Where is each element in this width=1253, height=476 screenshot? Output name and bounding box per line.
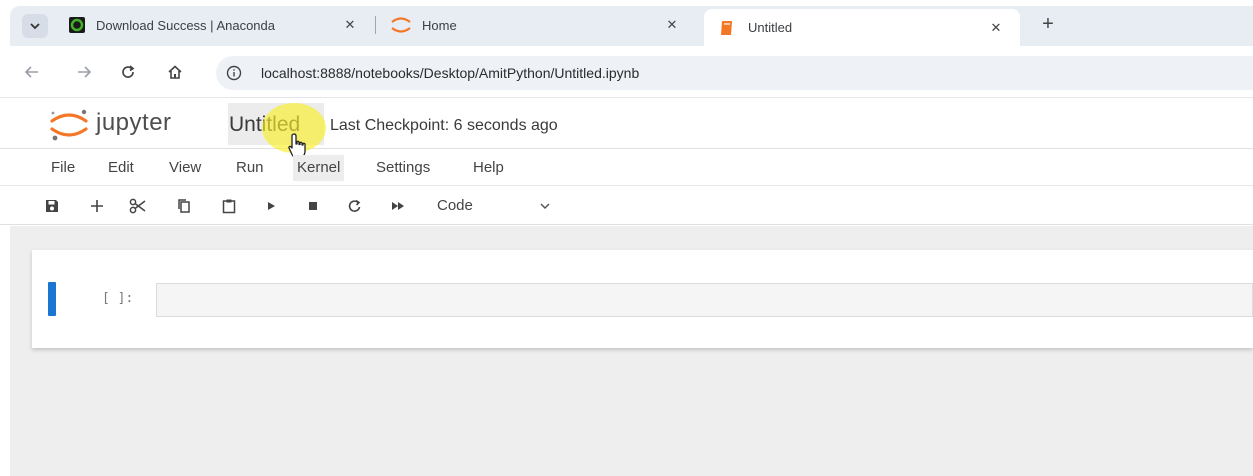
run-button[interactable] <box>261 196 281 216</box>
notebook-favicon-icon <box>721 20 732 35</box>
arrow-left-icon <box>24 66 38 78</box>
stop-button[interactable] <box>303 196 323 216</box>
notebook-toolbar: Code <box>0 187 1253 225</box>
restart-icon <box>348 199 361 212</box>
notebook-panel: [ ]: <box>0 226 1253 476</box>
arrow-right-icon <box>78 66 92 78</box>
site-info-button[interactable] <box>224 63 244 83</box>
cell-prompt: [ ]: <box>102 291 134 306</box>
paste-icon <box>222 199 236 214</box>
add-cell-button[interactable] <box>87 196 107 216</box>
active-cell-indicator[interactable] <box>48 282 56 316</box>
code-cell[interactable]: [ ]: <box>32 250 1253 348</box>
chevron-down-icon <box>30 23 40 30</box>
jupyter-logo-icon[interactable] <box>48 108 90 142</box>
reload-button[interactable] <box>116 60 140 84</box>
cut-button[interactable] <box>128 196 148 216</box>
url-text[interactable]: localhost:8888/notebooks/Desktop/AmitPyt… <box>261 65 639 81</box>
tab-title: Home <box>422 17 457 33</box>
cut-icon <box>129 198 146 214</box>
anaconda-favicon-icon <box>69 17 85 33</box>
stop-icon <box>309 202 317 210</box>
browser-navbar: localhost:8888/notebooks/Desktop/AmitPyt… <box>0 46 1253 98</box>
run-all-button[interactable] <box>388 196 408 216</box>
tab-untitled[interactable]: Untitled ✕ <box>704 9 1020 46</box>
home-button[interactable] <box>163 60 187 84</box>
run-all-icon <box>392 202 404 210</box>
jupyter-header: jupyter Untitled Last Checkpoint: 6 seco… <box>0 99 1253 149</box>
menu-help[interactable]: Help <box>473 159 504 176</box>
last-checkpoint-text: Last Checkpoint: 6 seconds ago <box>330 117 558 134</box>
panel-left-edge <box>0 226 10 476</box>
new-tab-button[interactable]: + <box>1036 13 1060 37</box>
menu-kernel[interactable]: Kernel <box>293 155 345 181</box>
jupyter-favicon-icon <box>391 17 411 33</box>
copy-button[interactable] <box>174 196 194 216</box>
menu-run[interactable]: Run <box>236 159 264 176</box>
run-icon <box>268 202 275 210</box>
menu-view[interactable]: View <box>169 159 201 176</box>
forward-button[interactable] <box>72 60 96 84</box>
tab-search-button[interactable] <box>22 14 48 38</box>
reload-icon <box>122 65 135 78</box>
add-cell-icon <box>91 200 103 212</box>
tab-title: Untitled <box>748 20 793 35</box>
menu-settings[interactable]: Settings <box>376 159 430 176</box>
tab-separator <box>375 16 376 34</box>
save-icon <box>46 200 58 212</box>
copy-icon <box>178 199 190 213</box>
menu-file[interactable]: File <box>51 159 75 176</box>
save-button[interactable] <box>42 196 62 216</box>
tab-close-icon[interactable]: ✕ <box>342 17 358 33</box>
address-bar[interactable]: localhost:8888/notebooks/Desktop/AmitPyt… <box>216 56 1253 90</box>
menu-edit[interactable]: Edit <box>108 159 134 176</box>
back-button[interactable] <box>20 60 44 84</box>
restart-button[interactable] <box>345 196 365 216</box>
home-icon <box>168 65 182 79</box>
tab-title: Download Success | Anaconda <box>96 17 275 33</box>
tab-close-icon[interactable]: ✕ <box>664 17 680 33</box>
tab-close-icon[interactable]: ✕ <box>988 20 1004 36</box>
chevron-down-icon[interactable] <box>538 199 552 213</box>
paste-button[interactable] <box>219 196 239 216</box>
jupyter-wordmark: jupyter <box>96 109 172 136</box>
info-icon <box>226 65 242 81</box>
cell-input-editor[interactable] <box>156 283 1253 317</box>
jupyter-menubar: File Edit View Run Kernel Settings Help <box>0 150 1253 186</box>
cell-type-select[interactable]: Code <box>437 197 473 214</box>
tab-home[interactable]: Home ✕ <box>380 9 692 41</box>
tab-download-success[interactable]: Download Success | Anaconda ✕ <box>60 9 372 41</box>
browser-tab-strip: Download Success | Anaconda ✕ Home ✕ Unt… <box>0 0 1253 52</box>
